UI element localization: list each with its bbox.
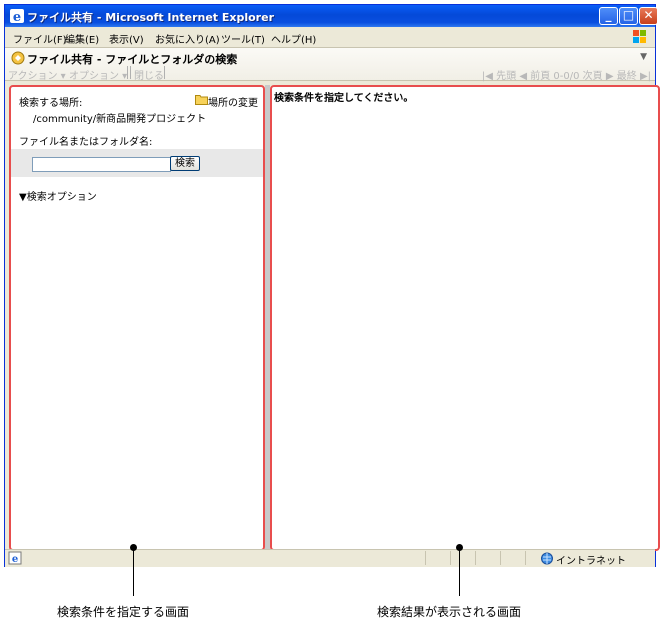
title-bar: e ファイル共有 - Microsoft Internet Explorer _… <box>5 5 658 27</box>
pager: |◀ 先頭 ◀ 前頁 0-0/0 次頁 ▶ 最終 ▶| <box>482 67 651 82</box>
maximize-button[interactable]: □ <box>619 7 638 25</box>
page-range: 0-0/0 <box>553 71 580 82</box>
ie-icon: e <box>10 9 24 24</box>
change-location-link[interactable]: 場所の変更 <box>208 94 258 109</box>
expand-icon: ▼ <box>19 192 27 203</box>
search-options-toggle[interactable]: ▼検索オプション <box>19 188 97 203</box>
callout-line-left <box>133 548 134 596</box>
location-path: /community/新商品開発プロジェクト <box>33 114 207 125</box>
page-header: ファイル共有 - ファイルとフォルダの検索 ▼ アクション ▾ オプション ▾ … <box>5 48 655 82</box>
menu-tools[interactable]: ツール(T) <box>221 31 265 46</box>
action-menu[interactable]: アクション ▾ <box>8 67 66 82</box>
zone-label: イントラネット <box>556 556 626 567</box>
status-cell <box>425 551 426 565</box>
windows-logo-icon <box>633 30 646 43</box>
intranet-icon <box>541 552 553 565</box>
prev-page-icon[interactable]: ◀ <box>519 71 527 82</box>
search-results-pane: 検索条件を指定してください。 <box>270 85 660 551</box>
toolbar-separator <box>164 66 165 79</box>
folder-icon <box>195 95 208 105</box>
menu-help[interactable]: ヘルプ(H) <box>271 31 316 46</box>
prev-page-link[interactable]: 前頁 <box>530 71 550 82</box>
callout-line-right <box>459 548 460 596</box>
status-cell <box>500 551 501 565</box>
close-window-button[interactable]: ✕ <box>639 7 658 25</box>
menu-file[interactable]: ファイル(F) <box>13 31 67 46</box>
page-status-icon: e <box>8 551 22 565</box>
option-menu[interactable]: オプション ▾ <box>69 67 127 82</box>
search-options-label: 検索オプション <box>26 192 97 203</box>
caption-left: 検索条件を指定する画面 <box>57 605 190 619</box>
status-bar: e イントラネット <box>5 549 655 567</box>
toolbar-separator <box>130 66 131 79</box>
status-cell <box>525 551 526 565</box>
search-criteria-pane: 検索する場所: 場所の変更 /community/新商品開発プロジェクト ファイ… <box>9 85 265 551</box>
status-cell <box>475 551 476 565</box>
first-page-icon[interactable]: |◀ <box>482 71 493 82</box>
file-share-icon <box>11 51 25 65</box>
location-label: 検索する場所: <box>19 98 83 109</box>
next-page-link[interactable]: 次頁 <box>583 71 603 82</box>
menu-view[interactable]: 表示(V) <box>109 31 144 46</box>
search-button[interactable]: 検索 <box>170 156 200 171</box>
last-page-icon[interactable]: ▶| <box>640 71 651 82</box>
menu-favorites[interactable]: お気に入り(A) <box>155 31 220 46</box>
browser-window: e ファイル共有 - Microsoft Internet Explorer _… <box>4 4 660 567</box>
results-message: 検索条件を指定してください。 <box>274 93 414 104</box>
close-button[interactable]: 閉じる <box>134 67 164 82</box>
svg-text:e: e <box>13 10 21 24</box>
page-title: ファイル共有 - ファイルとフォルダの検索 <box>27 53 238 66</box>
last-page-link[interactable]: 最終 <box>617 71 637 82</box>
toolbar-separator <box>127 66 128 79</box>
search-input[interactable] <box>32 157 171 172</box>
minimize-button[interactable]: _ <box>599 7 618 25</box>
caption-right: 検索結果が表示される画面 <box>377 605 522 619</box>
menu-edit[interactable]: 編集(E) <box>65 31 99 46</box>
search-box: 検索 <box>11 149 263 177</box>
first-page-link[interactable]: 先頭 <box>496 71 516 82</box>
next-page-icon[interactable]: ▶ <box>606 71 614 82</box>
window-title: ファイル共有 - Microsoft Internet Explorer <box>27 11 274 24</box>
status-cell <box>450 551 451 565</box>
collapse-arrow-icon[interactable]: ▼ <box>640 52 647 62</box>
name-label: ファイル名またはフォルダ名: <box>19 137 153 148</box>
svg-text:e: e <box>12 554 18 565</box>
menu-bar: ファイル(F) 編集(E) 表示(V) お気に入り(A) ツール(T) ヘルプ(… <box>5 27 655 48</box>
